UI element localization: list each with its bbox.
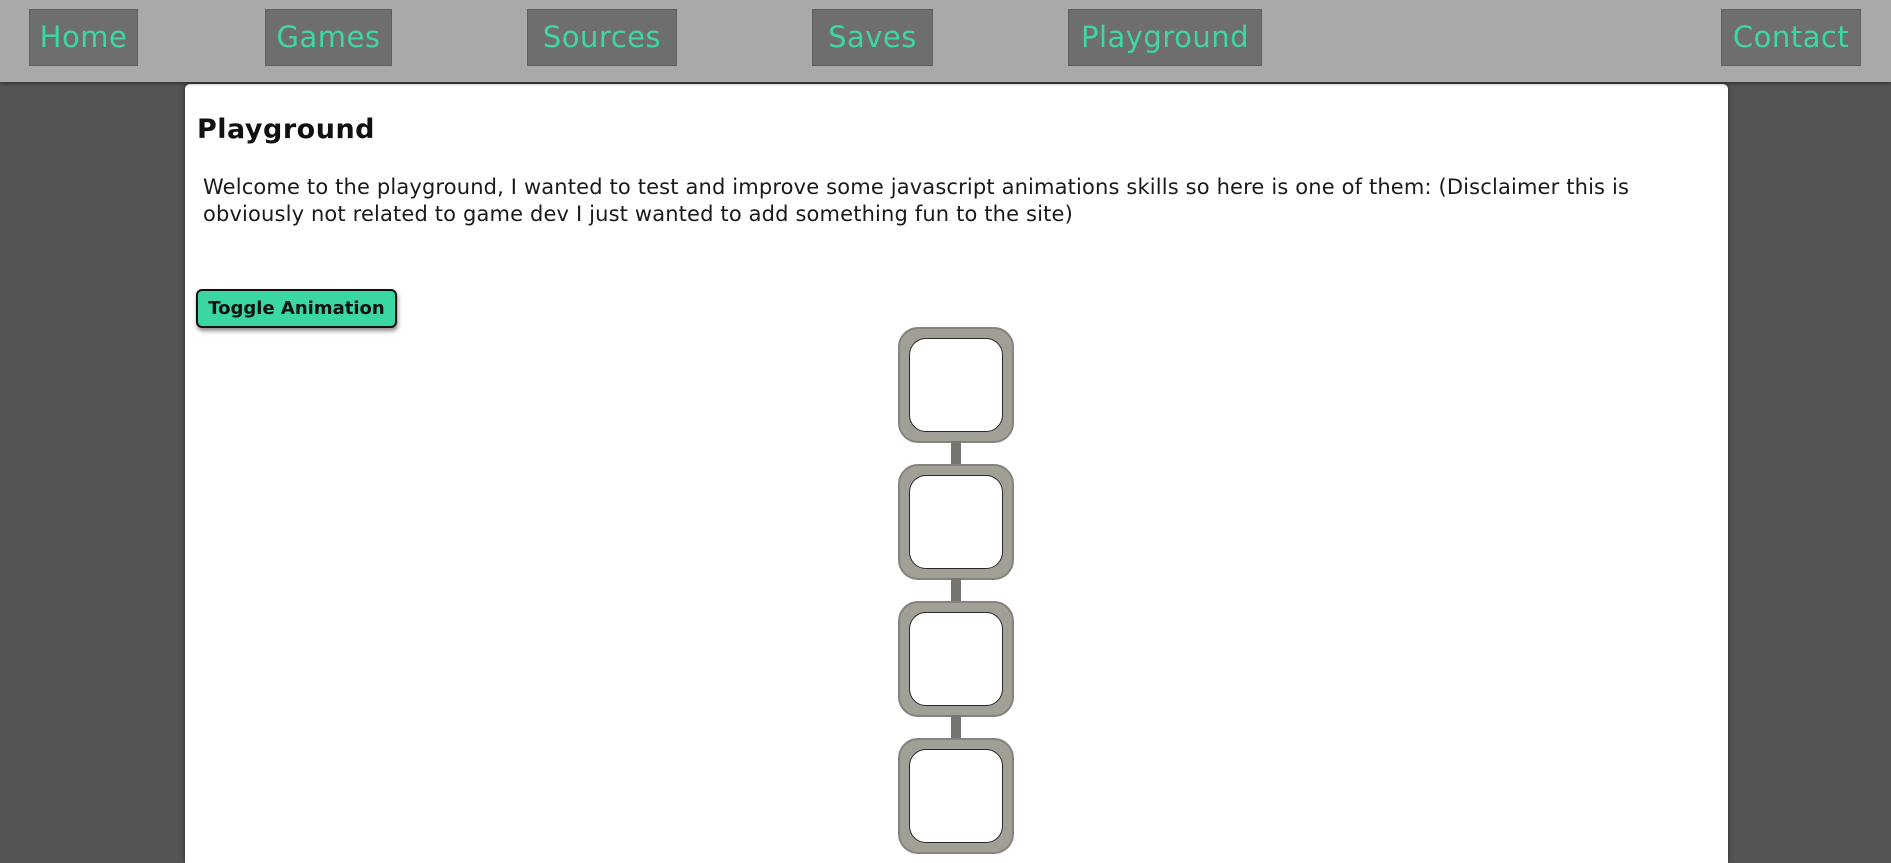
tile-connector <box>951 441 961 465</box>
nav-sources-link[interactable]: Sources <box>527 9 677 66</box>
tile-connector <box>951 715 961 739</box>
nav-saves-link[interactable]: Saves <box>812 9 933 66</box>
animation-tile <box>898 601 1014 717</box>
animation-tile-inner <box>909 475 1003 569</box>
intro-text: Welcome to the playground, I wanted to t… <box>203 175 1630 226</box>
nav-playground-link[interactable]: Playground <box>1068 9 1262 66</box>
animation-tile-inner <box>909 612 1003 706</box>
page-title: Playground <box>197 114 375 145</box>
animation-stage <box>898 327 1014 854</box>
nav-contact-link[interactable]: Contact <box>1721 9 1861 66</box>
animation-tile-inner <box>909 749 1003 843</box>
nav-games-link[interactable]: Games <box>265 9 392 66</box>
animation-tile-inner <box>909 338 1003 432</box>
main-content-panel: Playground Welcome to the playground, I … <box>185 84 1728 863</box>
nav-home-link[interactable]: Home <box>29 9 138 66</box>
tile-connector <box>951 578 961 602</box>
top-navbar: Home Games Sources Saves Playground Cont… <box>0 0 1891 82</box>
animation-tile <box>898 327 1014 443</box>
animation-tile <box>898 464 1014 580</box>
toggle-animation-button[interactable]: Toggle Animation <box>196 289 397 328</box>
animation-tile <box>898 738 1014 854</box>
